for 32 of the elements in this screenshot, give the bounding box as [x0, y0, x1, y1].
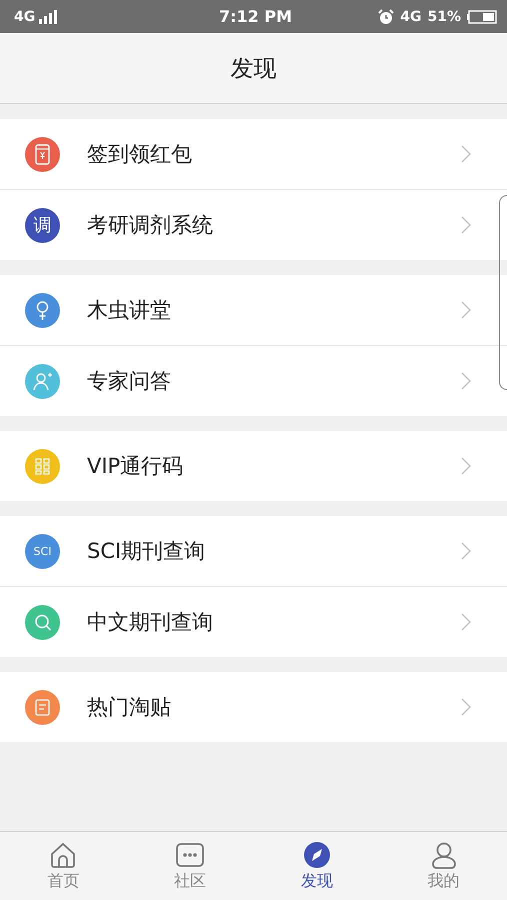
chevron-icon [461, 542, 471, 560]
chevron-icon [461, 457, 471, 475]
chevron-icon [461, 216, 471, 234]
list-item[interactable]: 中文期刊查询 [0, 586, 507, 657]
edge-handle[interactable] [499, 195, 507, 390]
list-item[interactable]: SCI SCI期刊查询 [0, 516, 507, 586]
battery-percent: 51% [428, 8, 462, 24]
list-item[interactable]: 木虫讲堂 [0, 275, 507, 345]
clock-time: 7:12 PM [219, 7, 292, 26]
list-item[interactable]: 签到领红包 [0, 119, 507, 189]
chat-icon [176, 840, 204, 868]
page-title: 发现 [230, 54, 276, 84]
network-label: 4G [14, 8, 36, 24]
person-icon [430, 840, 458, 868]
list-item[interactable]: 专家问答 [0, 345, 507, 416]
data-type-label: 4G [400, 8, 422, 24]
compass-icon [302, 840, 331, 868]
alarm-icon [378, 8, 394, 24]
chevron-icon [461, 698, 471, 716]
chevron-icon [461, 613, 471, 631]
signal-icon [39, 10, 60, 24]
list-item[interactable]: 调 考研调剂系统 [0, 189, 507, 260]
home-icon [49, 840, 78, 868]
list-item[interactable]: VIP通行码 [0, 431, 507, 501]
tab-button[interactable]: 发现 [254, 832, 380, 900]
icon-badge: 调 [25, 208, 60, 242]
chevron-icon [461, 372, 471, 390]
battery-icon [467, 10, 498, 24]
list-item[interactable]: 热门淘贴 [0, 672, 507, 742]
chevron-icon [461, 301, 471, 319]
chevron-icon [461, 145, 471, 163]
icon-badge: SCI [25, 534, 60, 568]
